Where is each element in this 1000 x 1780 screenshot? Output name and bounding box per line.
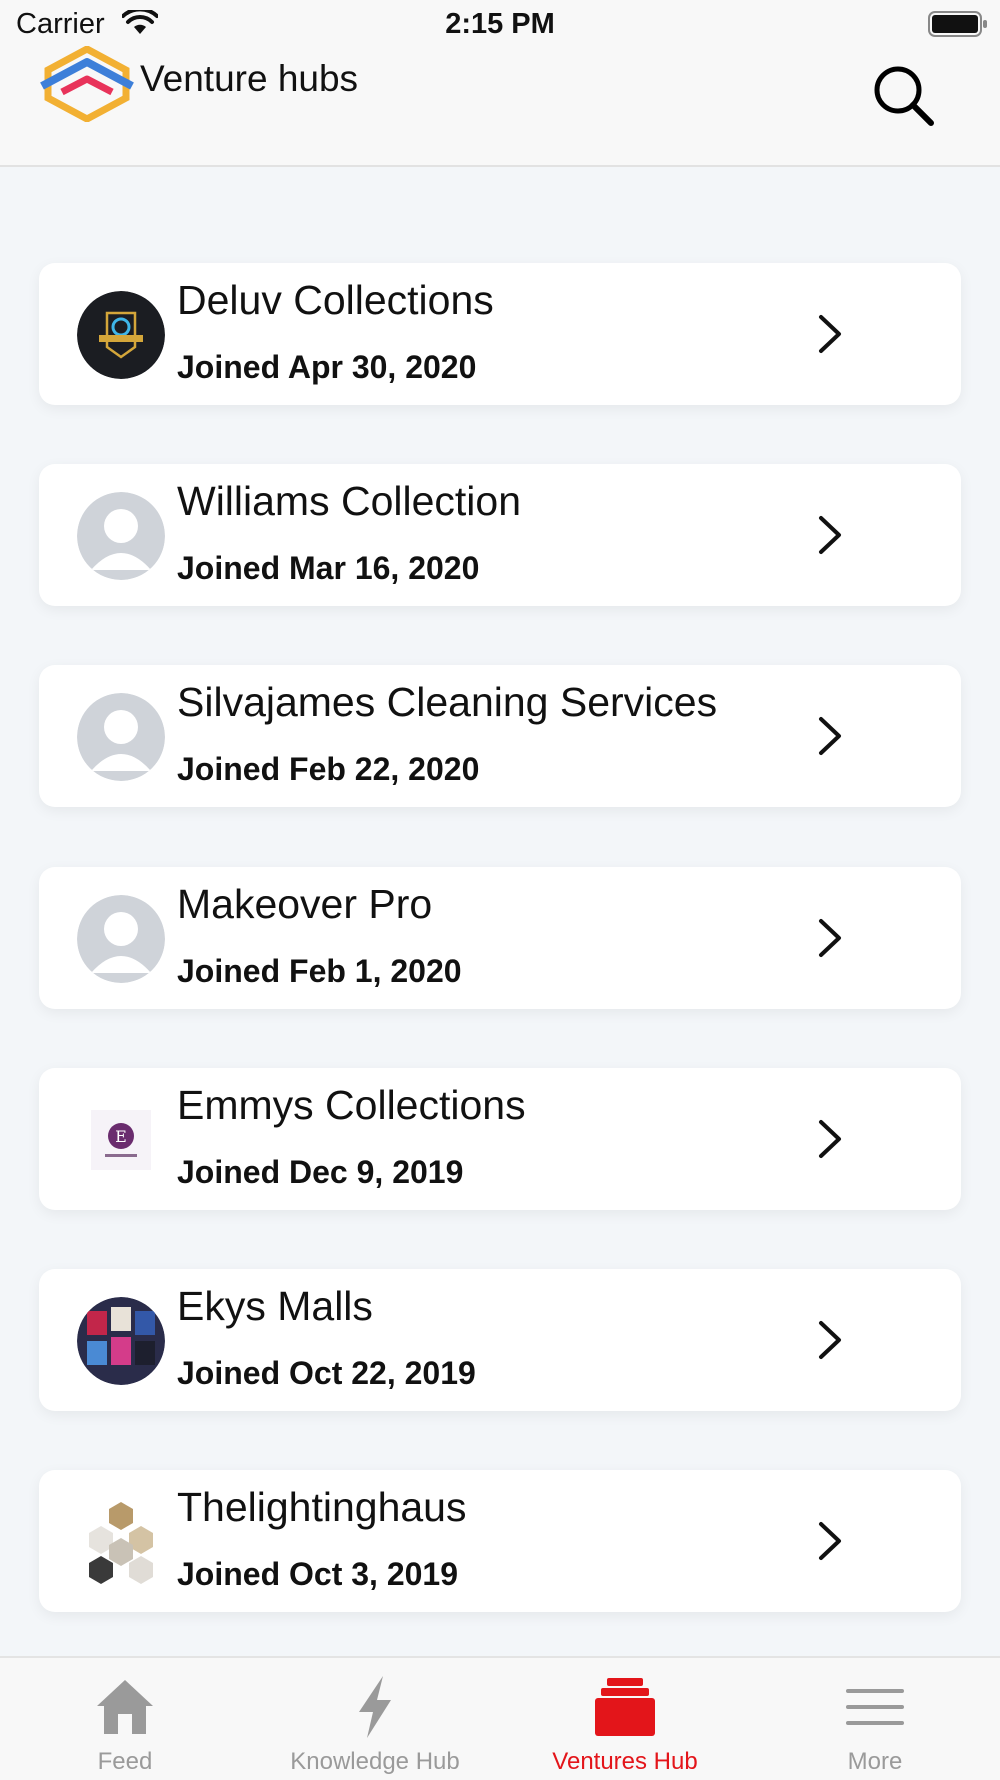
joined-date: Joined Apr 30, 2020 <box>177 349 477 385</box>
venture-name: Thelightinghaus <box>177 1484 467 1530</box>
venture-name: Williams Collection <box>177 478 522 524</box>
chevron-right-icon <box>819 1522 841 1560</box>
avatar <box>77 1297 165 1385</box>
search-icon[interactable] <box>868 60 938 130</box>
venture-name: Makeover Pro <box>177 881 433 927</box>
avatar <box>77 693 165 781</box>
list-item[interactable]: Williams Collection Joined Mar 16, 2020 <box>39 464 961 606</box>
joined-date: Joined Feb 1, 2020 <box>177 953 462 989</box>
tab-feed[interactable]: Feed <box>0 1658 250 1780</box>
chevron-right-icon <box>819 1321 841 1359</box>
joined-date: Joined Mar 16, 2020 <box>177 550 480 586</box>
page-title: Venture hubs <box>140 58 359 99</box>
venture-name: Ekys Malls <box>177 1283 373 1329</box>
list-item[interactable]: Silvajames Cleaning Services Joined Feb … <box>39 665 961 807</box>
home-icon <box>97 1680 153 1734</box>
app-header: Venture hubs <box>0 46 1000 167</box>
joined-date: Joined Dec 9, 2019 <box>177 1154 464 1190</box>
chevron-right-icon <box>819 717 841 755</box>
list-item[interactable]: E Emmys Collections Joined Dec 9, 2019 <box>39 1068 961 1210</box>
venture-hubs-logo <box>40 46 134 122</box>
venture-name: Emmys Collections <box>177 1082 526 1128</box>
list-item[interactable]: Thelightinghaus Joined Oct 3, 2019 <box>39 1470 961 1612</box>
tab-label: More <box>847 1748 903 1775</box>
lightning-icon <box>359 1676 391 1738</box>
tab-label: Ventures Hub <box>552 1748 698 1775</box>
svg-text:E: E <box>115 1127 127 1146</box>
tab-knowledge-hub[interactable]: Knowledge Hub <box>250 1658 500 1780</box>
stack-icon <box>595 1678 655 1736</box>
status-time: 2:15 PM <box>445 8 555 40</box>
hamburger-icon <box>846 1689 904 1725</box>
tab-ventures-hub[interactable]: Ventures Hub <box>500 1658 750 1780</box>
tab-more[interactable]: More <box>750 1658 1000 1780</box>
battery-icon <box>928 11 987 37</box>
avatar <box>77 1498 165 1586</box>
list-item[interactable]: Deluv Collections Joined Apr 30, 2020 <box>39 263 961 405</box>
avatar <box>77 895 165 983</box>
avatar <box>77 492 165 580</box>
avatar <box>77 291 165 379</box>
list-item[interactable]: Ekys Malls Joined Oct 22, 2019 <box>39 1269 961 1411</box>
tab-label: Knowledge Hub <box>290 1748 460 1775</box>
tab-bar: Feed Knowledge Hub Ventures Hub More <box>0 1656 1000 1780</box>
chevron-right-icon <box>819 1120 841 1158</box>
chevron-right-icon <box>819 919 841 957</box>
chevron-right-icon <box>819 516 841 554</box>
joined-date: Joined Oct 22, 2019 <box>177 1355 476 1391</box>
avatar: E <box>77 1096 165 1184</box>
list-item[interactable]: Makeover Pro Joined Feb 1, 2020 <box>39 867 961 1009</box>
joined-date: Joined Feb 22, 2020 <box>177 751 480 787</box>
status-bar: Carrier 2:15 PM <box>0 0 1000 50</box>
chevron-right-icon <box>819 315 841 353</box>
tab-label: Feed <box>97 1748 153 1775</box>
joined-date: Joined Oct 3, 2019 <box>177 1556 459 1592</box>
venture-name: Deluv Collections <box>177 277 494 323</box>
venture-name: Silvajames Cleaning Services <box>177 679 718 725</box>
